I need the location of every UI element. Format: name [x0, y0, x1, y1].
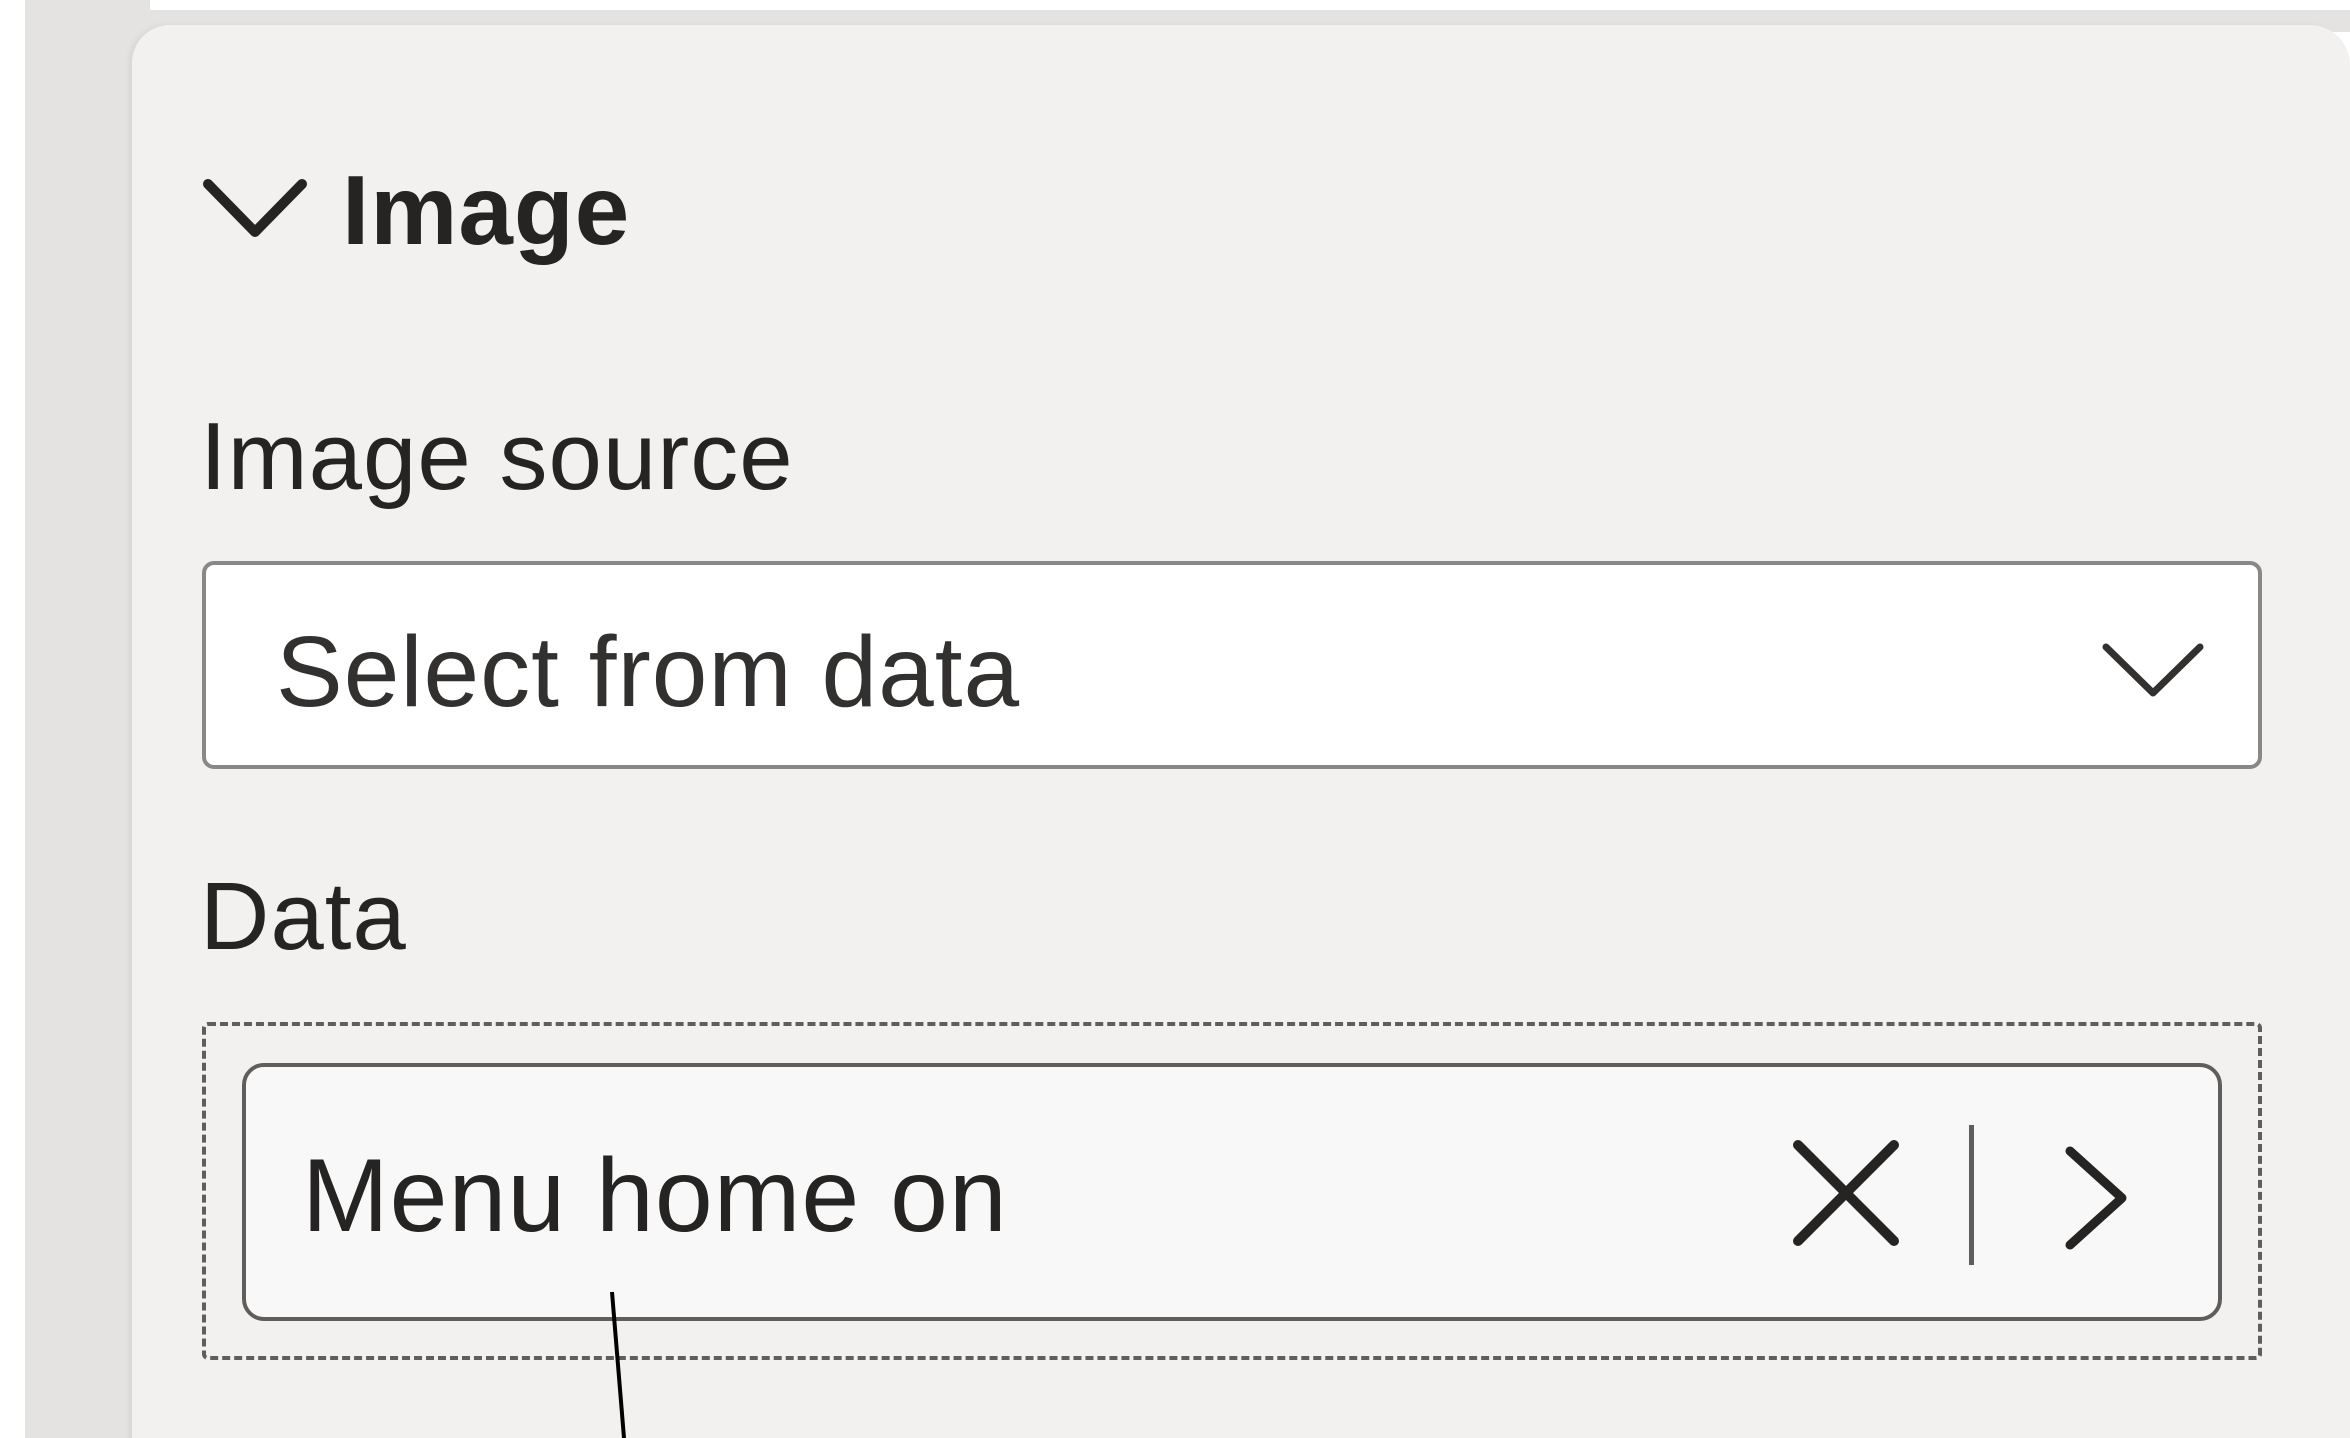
chevron-down-icon — [203, 179, 307, 237]
chevron-right-icon[interactable] — [2056, 1143, 2136, 1253]
image-source-dropdown[interactable]: Select from data — [202, 561, 2262, 769]
data-field-name: Menu home on — [302, 1138, 1008, 1254]
close-icon[interactable] — [1786, 1133, 1906, 1253]
image-section-header[interactable]: Image — [200, 140, 630, 280]
pill-divider — [1969, 1125, 1974, 1265]
data-field-pill[interactable]: Menu home on — [242, 1063, 2222, 1321]
section-title: Image — [342, 154, 631, 265]
image-source-selected-value: Select from data — [276, 616, 1021, 728]
data-label: Data — [200, 863, 407, 970]
chevron-down-icon — [2102, 643, 2204, 697]
format-pane-canvas: Image Image source Select from data Data… — [0, 0, 2350, 1438]
image-source-label: Image source — [200, 403, 794, 510]
